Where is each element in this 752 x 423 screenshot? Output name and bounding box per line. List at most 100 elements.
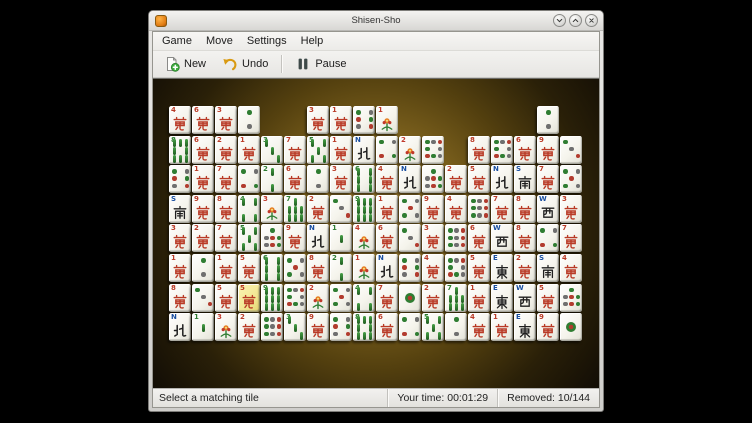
tile-wn[interactable]: N: [353, 136, 375, 164]
tile-m8[interactable]: 8: [514, 195, 536, 223]
tile-p5[interactable]: [399, 195, 421, 223]
tile-m4[interactable]: 4: [445, 195, 467, 223]
titlebar[interactable]: Shisen-Sho: [149, 11, 603, 31]
tile-p7[interactable]: [261, 224, 283, 252]
tile-m2[interactable]: 2: [514, 254, 536, 282]
tile-p6[interactable]: [399, 254, 421, 282]
tile-p6[interactable]: [330, 313, 352, 341]
tile-m7[interactable]: 7: [215, 165, 237, 193]
close-button[interactable]: [585, 14, 598, 27]
tile-m9[interactable]: 9: [537, 136, 559, 164]
tile-p8[interactable]: [491, 136, 513, 164]
tile-m2[interactable]: 2: [422, 284, 444, 312]
tile-m7[interactable]: 7: [376, 284, 398, 312]
tile-p3[interactable]: [399, 224, 421, 252]
tile-m1[interactable]: 1: [330, 136, 352, 164]
tile-s1[interactable]: 1: [330, 224, 352, 252]
tile-s5[interactable]: 5: [238, 224, 260, 252]
tile-m5[interactable]: 5: [468, 165, 490, 193]
tile-m1[interactable]: 1: [330, 106, 352, 134]
tile-f4[interactable]: 4: [353, 224, 375, 252]
tile-m7[interactable]: 7: [537, 165, 559, 193]
tile-m4[interactable]: 4: [468, 313, 490, 341]
tile-s7[interactable]: 7: [284, 195, 306, 223]
tile-m1[interactable]: 1: [192, 165, 214, 193]
tile-s6[interactable]: 6: [353, 165, 375, 193]
tile-m9[interactable]: 9: [537, 313, 559, 341]
tile-m8[interactable]: 8: [468, 136, 490, 164]
tile-s6[interactable]: 6: [261, 254, 283, 282]
tile-p7[interactable]: [422, 165, 444, 193]
tile-m1[interactable]: 1: [215, 254, 237, 282]
tile-p9[interactable]: [468, 195, 490, 223]
tile-m2[interactable]: 2: [215, 136, 237, 164]
tile-f2[interactable]: 2: [307, 284, 329, 312]
tile-m9[interactable]: 9: [284, 224, 306, 252]
tile-m3[interactable]: 3: [422, 224, 444, 252]
tile-m3[interactable]: 3: [215, 106, 237, 134]
tile-m9[interactable]: 9: [422, 195, 444, 223]
tile-wn[interactable]: N: [307, 224, 329, 252]
tile-s4[interactable]: 4: [353, 284, 375, 312]
tile-p2[interactable]: [192, 254, 214, 282]
tile-ww[interactable]: W: [491, 224, 513, 252]
tile-p5[interactable]: [284, 254, 306, 282]
tile-m3[interactable]: 3: [169, 224, 191, 252]
tile-m8[interactable]: 8: [514, 224, 536, 252]
tile-we[interactable]: E: [514, 313, 536, 341]
tile-wn[interactable]: N: [399, 165, 421, 193]
tile-wn[interactable]: N: [376, 254, 398, 282]
tile-p3[interactable]: [192, 284, 214, 312]
tile-m6[interactable]: 6: [284, 165, 306, 193]
tile-m5[interactable]: 5: [238, 254, 260, 282]
tile-ww[interactable]: W: [537, 195, 559, 223]
tile-s5[interactable]: 5: [422, 313, 444, 341]
tile-p4[interactable]: [399, 313, 421, 341]
tile-m1[interactable]: 1: [468, 284, 490, 312]
tile-p2[interactable]: [445, 313, 467, 341]
tile-wn[interactable]: N: [169, 313, 191, 341]
tile-s3[interactable]: 3: [284, 313, 306, 341]
menu-item-game[interactable]: Game: [155, 33, 199, 49]
tile-ww[interactable]: W: [514, 284, 536, 312]
tile-m2[interactable]: 2: [445, 165, 467, 193]
tile-p9[interactable]: [261, 313, 283, 341]
tile-p1[interactable]: [560, 313, 582, 341]
tile-m6[interactable]: 6: [514, 136, 536, 164]
tile-f3[interactable]: 3: [215, 313, 237, 341]
minimize-button[interactable]: [553, 14, 566, 27]
tile-m6[interactable]: 6: [192, 136, 214, 164]
tile-p4[interactable]: [376, 136, 398, 164]
tile-we[interactable]: E: [491, 284, 513, 312]
tile-p7[interactable]: [560, 284, 582, 312]
tile-m2[interactable]: 2: [307, 195, 329, 223]
tile-s9[interactable]: 9: [353, 195, 375, 223]
tile-m1[interactable]: 1: [376, 195, 398, 223]
tile-s3[interactable]: 3: [261, 136, 283, 164]
tile-p8[interactable]: [284, 284, 306, 312]
tile-ws[interactable]: S: [169, 195, 191, 223]
tile-m4[interactable]: 4: [422, 254, 444, 282]
tile-f1[interactable]: 1: [376, 106, 398, 134]
tile-s9[interactable]: 9: [261, 284, 283, 312]
tile-s2[interactable]: 2: [330, 254, 352, 282]
tile-m8[interactable]: 8: [215, 195, 237, 223]
tile-we[interactable]: E: [491, 254, 513, 282]
tile-s8[interactable]: 8: [353, 313, 375, 341]
undo-button[interactable]: Undo: [215, 53, 275, 75]
tile-ws[interactable]: S: [514, 165, 536, 193]
tile-f2[interactable]: 2: [399, 136, 421, 164]
tile-s4[interactable]: 4: [238, 195, 260, 223]
tile-m5[interactable]: 5: [215, 284, 237, 312]
tile-m6[interactable]: 6: [192, 106, 214, 134]
tile-m4[interactable]: 4: [560, 254, 582, 282]
tile-p6[interactable]: [169, 165, 191, 193]
tile-ws[interactable]: S: [537, 254, 559, 282]
tile-p9[interactable]: [445, 224, 467, 252]
tile-s7[interactable]: 7: [445, 284, 467, 312]
maximize-button[interactable]: [569, 14, 582, 27]
tile-p3[interactable]: [330, 195, 352, 223]
tile-m3[interactable]: 3: [307, 106, 329, 134]
menu-item-move[interactable]: Move: [199, 33, 240, 49]
tile-m5[interactable]: 5: [238, 284, 260, 312]
